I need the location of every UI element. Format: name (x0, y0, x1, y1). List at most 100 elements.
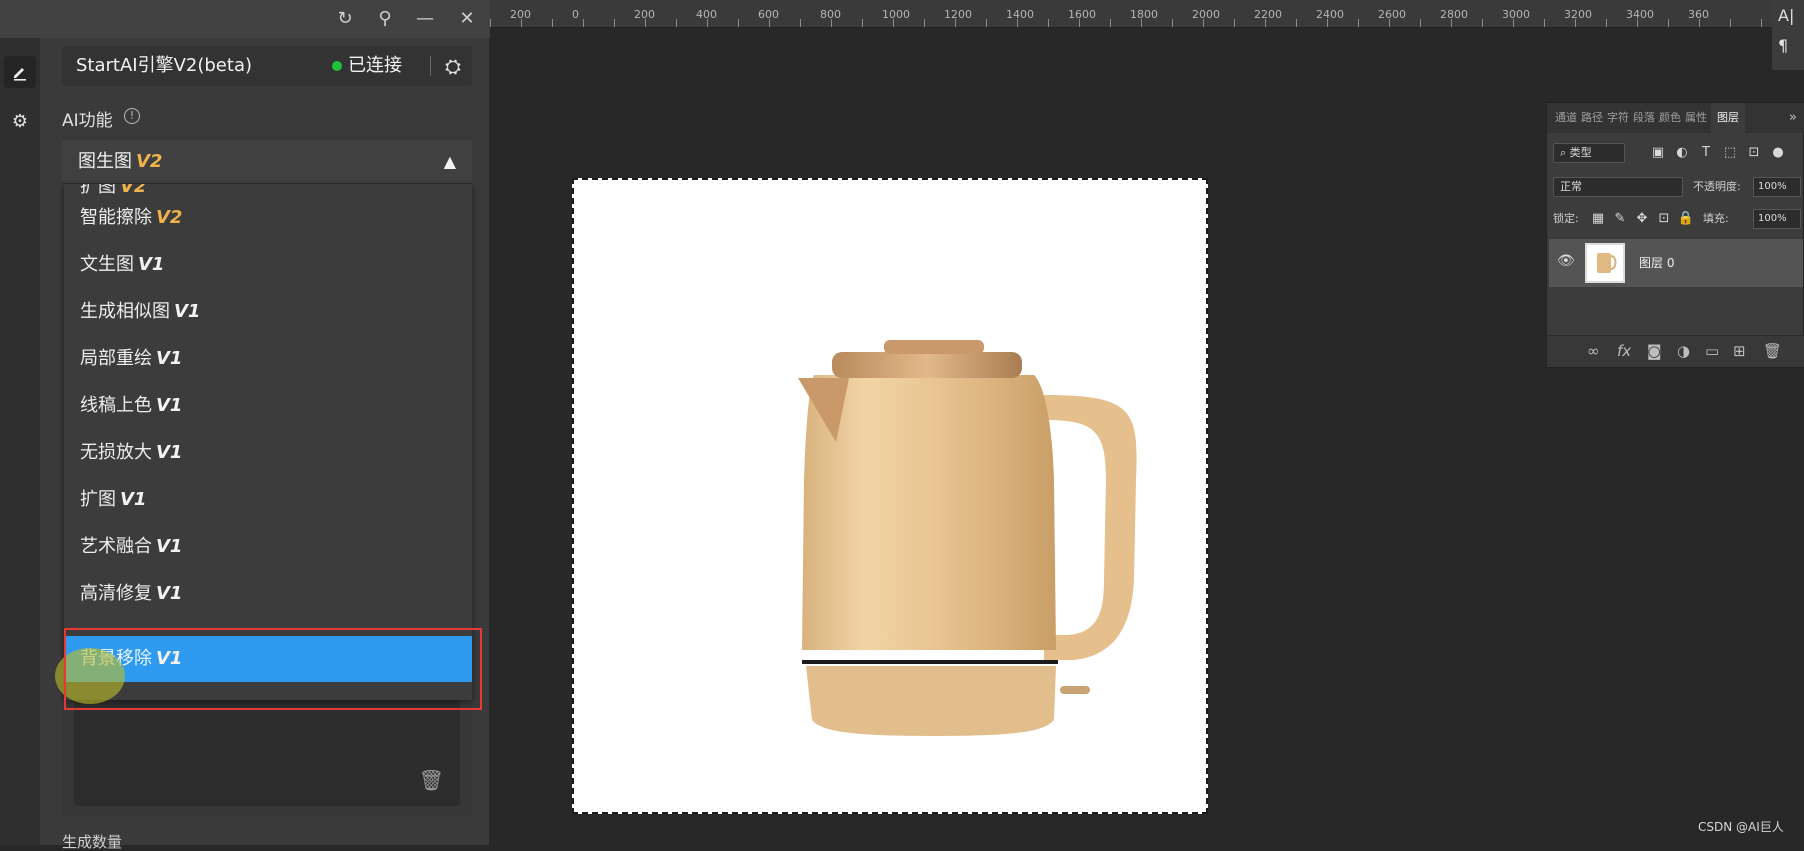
menu-item-label: 文生图 (80, 254, 134, 275)
annotation-highlight-box (64, 628, 482, 710)
menu-item[interactable]: 文生图 V1 (64, 242, 472, 288)
version-badge: V1 (156, 348, 183, 369)
panel-menu-icon[interactable]: » (1789, 103, 1797, 133)
startai-plugin-panel: ↻ ⚲ — ✕ ⚙ StartAI引擎V2(beta) 已连接 ⛭ AI功能 !… (0, 0, 490, 850)
engine-title: StartAI引擎V2(beta) (76, 55, 252, 76)
menu-item[interactable]: 生成相似图 V1 (64, 289, 472, 335)
connected-status-dot (332, 61, 342, 71)
pin-icon[interactable]: ⚲ (372, 6, 398, 32)
connection-status: 已连接 (348, 55, 402, 76)
eye-icon[interactable]: 👁 (1557, 253, 1575, 269)
ruler-label: 3000 (1502, 8, 1530, 21)
menu-item[interactable]: 智能擦除 V2 (64, 195, 472, 241)
ruler-label: 2600 (1378, 8, 1406, 21)
filter-kind-select[interactable]: ⌕ 类型 (1553, 143, 1625, 163)
ruler-label: 1400 (1006, 8, 1034, 21)
lock-paint-icon[interactable]: ✎ (1611, 209, 1629, 229)
feature-dropdown-menu: 扩图 V2 智能擦除 V2 文生图 V1 生成相似图 V1 局部重绘 V1 线稿上色 V1 无损放大 V1… (64, 184, 472, 700)
tab-properties[interactable]: 属性 (1685, 103, 1707, 133)
ruler-label: 1200 (944, 8, 972, 21)
lock-label: 锁定: (1553, 212, 1579, 225)
watermark: CSDN @AI巨人 (1698, 820, 1784, 834)
layer-filter-row: ⌕ 类型 ▣ ◐ T ⬚ ⊡ ● (1553, 143, 1803, 167)
feature-select[interactable]: 图生图 V2 ▲ (62, 140, 472, 184)
ruler-label: 1800 (1130, 8, 1158, 21)
trash-icon[interactable]: 🗑 (419, 768, 444, 792)
ruler-label: 2800 (1440, 8, 1468, 21)
version-badge: V1 (156, 442, 183, 463)
filter-toggle-icon[interactable]: ● (1769, 143, 1787, 163)
lock-all-icon[interactable]: 🔒 (1677, 209, 1695, 229)
search-icon: ⌕ (1560, 146, 1567, 159)
right-mini-toolbar: A| ¶ (1772, 0, 1804, 70)
tab-channels[interactable]: 通道 (1555, 103, 1577, 133)
ruler-label: 400 (696, 8, 717, 21)
version-badge: V1 (156, 583, 183, 604)
lock-row: 锁定: ▦ ✎ ✥ ⊡ 🔒 填充: 100% (1553, 209, 1803, 231)
smart-object-filter-icon[interactable]: ⊡ (1745, 143, 1763, 163)
menu-item-label: 扩图 (80, 489, 116, 510)
menu-item[interactable]: 无损放大 V1 (64, 430, 472, 476)
lock-transparent-icon[interactable]: ▦ (1589, 209, 1607, 229)
ruler-label: 2400 (1316, 8, 1344, 21)
document-canvas[interactable] (572, 178, 1208, 814)
link-layers-icon[interactable]: ∞ (1587, 342, 1600, 360)
menu-item-label: 生成相似图 (80, 301, 170, 322)
shape-filter-icon[interactable]: ⬚ (1721, 143, 1739, 163)
tab-paths[interactable]: 路径 (1581, 103, 1603, 133)
character-panel-icon[interactable]: A| (1778, 6, 1794, 25)
lock-position-icon[interactable]: ✥ (1633, 209, 1651, 229)
fx-icon[interactable]: fx (1617, 342, 1631, 360)
version-badge: V1 (174, 301, 201, 322)
group-folder-icon[interactable]: ▭ (1705, 342, 1719, 360)
adjustment-filter-icon[interactable]: ◐ (1673, 143, 1691, 163)
layers-panel: 通道 路径 字符 段落 颜色 属性 图层 » ⌕ 类型 ▣ ◐ T ⬚ ⊡ ● … (1546, 102, 1804, 368)
ruler-label: 360 (1688, 8, 1709, 21)
feature-select-value: 图生图 V2 (78, 140, 162, 184)
blend-mode-select[interactable]: 正常 (1553, 177, 1683, 197)
menu-item[interactable]: 线稿上色 V1 (64, 383, 472, 429)
menu-item[interactable]: 扩图 V1 (64, 477, 472, 523)
ruler-label: 1000 (882, 8, 910, 21)
layer-mask-icon[interactable]: ◙ (1647, 342, 1662, 360)
fill-label: 填充: (1703, 212, 1729, 225)
lock-artboard-icon[interactable]: ⊡ (1655, 209, 1673, 229)
menu-item-label: 高清修复 (80, 583, 152, 604)
tab-color[interactable]: 颜色 (1659, 103, 1681, 133)
menu-item-label: 线稿上色 (80, 395, 152, 416)
tab-paragraph[interactable]: 段落 (1633, 103, 1655, 133)
type-filter-icon[interactable]: T (1697, 143, 1715, 163)
edit-pen-icon[interactable] (4, 56, 36, 88)
menu-item-label: 局部重绘 (80, 348, 152, 369)
ruler-label: 1600 (1068, 8, 1096, 21)
menu-item[interactable]: 局部重绘 V1 (64, 336, 472, 382)
chevron-up-icon[interactable]: ▲ (444, 140, 456, 184)
ruler-label: 200 (510, 8, 531, 21)
ruler-label: 3200 (1564, 8, 1592, 21)
ruler-label: 600 (758, 8, 779, 21)
blend-row: 正常 不透明度: 100% (1553, 177, 1803, 201)
delete-layer-icon[interactable]: 🗑 (1763, 342, 1782, 360)
menu-item[interactable]: 高清修复 V1 (64, 571, 472, 617)
info-icon[interactable]: ! (124, 108, 140, 124)
tab-character[interactable]: 字符 (1607, 103, 1629, 133)
menu-item[interactable]: 艺术融合 V1 (64, 524, 472, 570)
ruler-label: 200 (634, 8, 655, 21)
version-badge: V1 (138, 254, 165, 275)
tab-layers[interactable]: 图层 (1711, 103, 1745, 133)
generation-count-label: 生成数量 (62, 833, 123, 851)
paragraph-panel-icon[interactable]: ¶ (1778, 36, 1788, 55)
fill-input[interactable]: 100% (1753, 209, 1801, 229)
engine-settings-icon[interactable]: ⛭ (438, 46, 468, 86)
ruler-label: 2200 (1254, 8, 1282, 21)
image-filter-icon[interactable]: ▣ (1649, 143, 1667, 163)
layer-item[interactable]: 👁 图层 0 (1549, 239, 1803, 287)
layer-name: 图层 0 (1639, 256, 1675, 270)
gear-icon[interactable]: ⚙ (4, 106, 36, 138)
opacity-input[interactable]: 100% (1753, 177, 1801, 197)
adjustment-layer-icon[interactable]: ◑ (1677, 342, 1690, 360)
new-layer-icon[interactable]: ⊞ (1733, 342, 1746, 360)
close-icon[interactable]: ✕ (454, 6, 480, 32)
minimize-icon[interactable]: — (412, 6, 438, 32)
refresh-icon[interactable]: ↻ (332, 6, 358, 32)
